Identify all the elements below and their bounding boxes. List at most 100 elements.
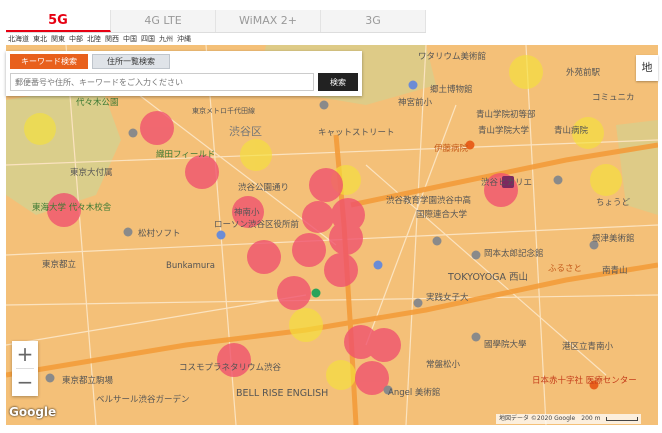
place-label: 神南小: [234, 207, 260, 218]
tab-3g[interactable]: 3G: [321, 10, 426, 32]
place-label: 青山学院初等部: [476, 109, 536, 120]
tab-5g[interactable]: 5G: [6, 10, 111, 32]
place-label: 東京都立: [42, 259, 77, 270]
region-links: 北海道 東北 関東 中部 北陸 関西 中国 四国 九州 沖縄: [8, 33, 191, 45]
region-link[interactable]: 中部: [69, 34, 83, 44]
place-label: 國學院大學: [484, 339, 527, 350]
place-label: 代々木公園: [76, 97, 119, 108]
poi-marker[interactable]: [413, 298, 423, 308]
region-link[interactable]: 東北: [33, 34, 47, 44]
place-label: 神宮前小: [398, 97, 433, 108]
place-label: 渋谷ヒカリエ: [481, 177, 532, 188]
place-label: コスモプラネタリウム渋谷: [179, 362, 282, 373]
coverage-spot: [247, 240, 281, 274]
coverage-spot: [292, 233, 326, 267]
place-label: ベルサール渋谷ガーデン: [96, 394, 190, 405]
coverage-spot: [590, 164, 622, 196]
poi-marker[interactable]: [123, 227, 133, 237]
coverage-spot: [140, 111, 174, 145]
coverage-spot: [277, 276, 311, 310]
poi-marker[interactable]: [471, 250, 481, 260]
place-label: Angel 美術館: [388, 387, 440, 398]
place-label: 青山学院大学: [478, 125, 530, 136]
poi-marker[interactable]: [216, 230, 226, 240]
place-label: BELL RISE ENGLISH: [236, 388, 328, 399]
place-label: 松村ソフト: [138, 228, 181, 239]
coverage-spot: [326, 360, 356, 390]
place-label: 織田フィールド: [156, 149, 215, 160]
place-label: TOKYOYOGA 西山: [447, 272, 528, 283]
region-link[interactable]: 九州: [159, 34, 173, 44]
poi-marker[interactable]: [408, 80, 418, 90]
poi-marker[interactable]: [319, 100, 329, 110]
place-label: 外苑前駅: [566, 67, 601, 78]
coverage-spot: [289, 308, 323, 342]
map-attribution: 地図データ ©2020 Google 200 m: [496, 414, 642, 424]
place-label: 渋谷区: [229, 125, 262, 138]
region-link[interactable]: 中国: [123, 34, 137, 44]
region-link[interactable]: 北海道: [8, 34, 29, 44]
poi-marker[interactable]: [311, 288, 321, 298]
poi-marker[interactable]: [432, 236, 442, 246]
place-label: 東海大学 代々木校舎: [32, 202, 112, 213]
map-type-button[interactable]: 地: [636, 55, 658, 81]
place-label: 港区立青南小: [562, 341, 614, 352]
map-canvas: ワタリウム美術館 代々木公園 神宮前小 東京メトロ千代田線 渋谷区 キャットスト…: [6, 45, 658, 425]
place-label: 青山病院: [554, 125, 589, 136]
place-label: 東京大付属: [70, 167, 113, 178]
poi-marker[interactable]: [553, 175, 563, 185]
place-label: 郷土博物館: [430, 84, 473, 95]
place-label: ふるさと: [548, 264, 582, 274]
place-label: 根津美術館: [592, 233, 635, 244]
tab-wimax[interactable]: WiMAX 2+: [216, 10, 321, 32]
coverage-map[interactable]: ワタリウム美術館 代々木公園 神宮前小 東京メトロ千代田線 渋谷区 キャットスト…: [6, 45, 658, 425]
place-label: 渋谷教育学園渋谷中高: [386, 195, 471, 206]
tab-4g-lte[interactable]: 4G LTE: [111, 10, 216, 32]
place-label: 伊藤病院: [434, 143, 469, 154]
place-label: 東京都立駒場: [62, 375, 114, 386]
place-label: Bunkamura: [166, 261, 215, 271]
region-link[interactable]: 関東: [51, 34, 65, 44]
google-logo: Google: [9, 405, 57, 419]
coverage-spot: [324, 253, 358, 287]
coverage-spot: [329, 221, 363, 255]
place-label: ワタリウム美術館: [418, 51, 486, 62]
zoom-in-button[interactable]: +: [12, 341, 38, 368]
search-input[interactable]: [10, 73, 314, 91]
coverage-spot: [240, 139, 272, 171]
coverage-spot: [185, 155, 219, 189]
poi-marker[interactable]: [373, 260, 383, 270]
coverage-spot: [367, 328, 401, 362]
attribution-text[interactable]: 地図データ ©2020 Google: [499, 414, 575, 424]
search-panel: キーワード検索 住所一覧検索 検索: [6, 51, 362, 96]
network-tabs: 5G 4G LTE WiMAX 2+ 3G: [6, 10, 426, 33]
scale-label: 200 m: [581, 415, 601, 422]
coverage-spot: [302, 201, 334, 233]
region-link[interactable]: 四国: [141, 34, 155, 44]
scale-bar: [606, 417, 639, 421]
tab-keyword-search[interactable]: キーワード検索: [10, 54, 88, 69]
place-label: 国際連合大学: [416, 209, 468, 220]
place-label: 常盤松小: [426, 359, 461, 370]
place-label: 実践女子大: [426, 292, 469, 303]
region-link[interactable]: 北陸: [87, 34, 101, 44]
zoom-control: + −: [12, 341, 38, 396]
poi-marker[interactable]: [128, 128, 138, 138]
search-button[interactable]: 検索: [318, 73, 358, 91]
place-label: 東京メトロ千代田線: [192, 106, 255, 115]
place-label: 南青山: [602, 265, 628, 276]
poi-marker[interactable]: [471, 332, 481, 342]
place-label: 日本赤十字社 医療センター: [532, 375, 637, 386]
poi-marker[interactable]: [45, 373, 55, 383]
region-link[interactable]: 沖縄: [177, 34, 191, 44]
place-label: コミュニカ: [592, 93, 635, 103]
region-link[interactable]: 関西: [105, 34, 119, 44]
place-label: ローソン渋谷区役所前: [214, 219, 300, 230]
coverage-spot: [309, 168, 343, 202]
place-label: 渋谷公園通り: [238, 182, 289, 193]
zoom-out-button[interactable]: −: [12, 369, 38, 396]
place-label: キャットストリート: [318, 128, 395, 138]
place-label: 岡本太郎記念館: [484, 248, 544, 259]
place-label: ちょうど: [596, 198, 631, 208]
tab-address-list-search[interactable]: 住所一覧検索: [92, 54, 170, 69]
